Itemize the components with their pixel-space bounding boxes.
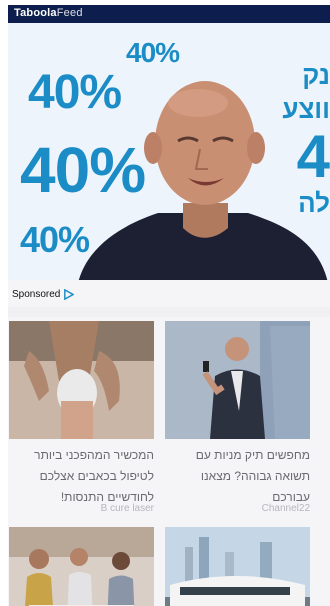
team-meeting-thumbnail[interactable] (9, 527, 154, 606)
sponsored-video[interactable]: 40% 40% 40% 40% נק ווצע 4 לה (8, 23, 330, 280)
businessman-phone-thumbnail (165, 321, 310, 439)
card-source[interactable]: B cure laser (9, 503, 154, 514)
brand-name: Taboola (14, 7, 57, 19)
feed-header-bar: TaboolaFeed (8, 5, 330, 23)
section-divider (8, 307, 330, 317)
knee-brace-thumbnail (9, 321, 154, 439)
brand-suffix: Feed (56, 7, 83, 19)
play-triangle-outline-icon (64, 288, 75, 300)
light-rail-thumbnail[interactable] (165, 527, 310, 606)
card-title[interactable]: המכשיר המהפכני ביותר לטיפול בכאבים אצלכם… (9, 445, 154, 508)
taboola-feed-widget: TaboolaFeed 40% 40% 40% 40% נק ווצע 4 לה (8, 5, 330, 606)
sponsored-row[interactable]: Sponsored (12, 287, 75, 301)
taboola-feed-logo[interactable]: TaboolaFeed (14, 7, 83, 19)
sponsored-label: Sponsored (12, 288, 61, 300)
card-title[interactable]: מחפשים תיק מניות עם תשואה גבוהה? מצאנו ע… (165, 445, 310, 508)
card-source[interactable]: Channel22 (165, 503, 310, 514)
presenter-image (78, 81, 328, 280)
